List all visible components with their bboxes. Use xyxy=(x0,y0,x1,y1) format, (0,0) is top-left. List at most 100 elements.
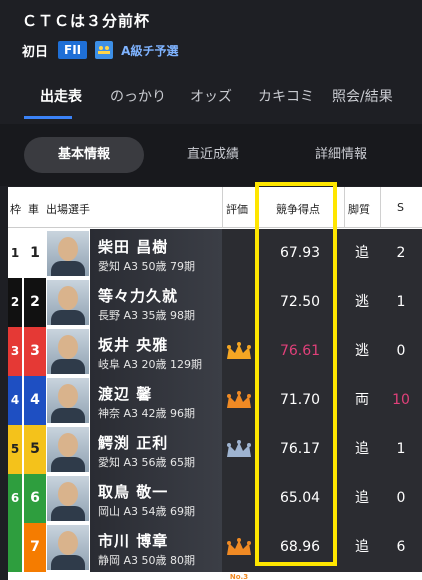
race-day: 初日 xyxy=(22,44,49,60)
score-cell: 72.50 xyxy=(256,278,344,327)
table-row[interactable]: 1 1 柴田 昌樹 愛知 A3 50歳 79期 67.93 追 2 xyxy=(8,229,422,278)
s-cell: 0 xyxy=(380,474,422,523)
table-row[interactable]: 7 市川 博章 静岡 A3 50歳 80期 No.3 68.96 追 6 xyxy=(8,523,422,580)
style-cell: 追 xyxy=(344,523,380,572)
subtab-detail-info[interactable]: 詳細情報 xyxy=(286,137,396,173)
tab-entry-list[interactable]: 出走表 xyxy=(40,86,82,106)
crown-icon: No.3 xyxy=(224,531,254,580)
player-name[interactable]: 坂井 央雅 xyxy=(98,334,168,355)
s-cell: 6 xyxy=(380,523,422,572)
s-cell: 10 xyxy=(380,376,422,425)
style-cell: 逃 xyxy=(344,327,380,376)
player-photo xyxy=(47,329,89,374)
crown-icon: No.2 xyxy=(224,433,254,483)
table-row[interactable]: 55鰐渕 正利愛知 A3 56歳 65期No.276.17追1 xyxy=(8,425,422,483)
table-row[interactable]: 33坂井 央雅岐阜 A3 20歳 129期No.176.61逃0 xyxy=(8,327,422,385)
rating-cell: No.3 xyxy=(222,376,256,434)
header-divider xyxy=(344,187,345,228)
frame-number: 3 xyxy=(8,327,22,376)
car-number: 4 xyxy=(24,376,46,425)
table-header: 枠 車 出場選手 評価 競争得点 脚質 S xyxy=(8,187,422,228)
header-player: 出場選手 xyxy=(46,203,90,216)
header-car: 車 xyxy=(28,203,39,216)
table-row[interactable]: 44渡辺 馨神奈 A3 42歳 96期No.371.70両10 xyxy=(8,376,422,434)
player-cell[interactable]: 坂井 央雅岐阜 A3 20歳 129期 xyxy=(90,327,230,376)
tab-results[interactable]: 照会/結果 xyxy=(332,86,393,106)
tab-kakikomi[interactable]: カキコミ xyxy=(258,86,314,106)
player-info: 静岡 A3 50歳 80期 xyxy=(98,554,196,567)
photo-body xyxy=(51,310,85,325)
table-row[interactable]: 6 6 取鳥 敬一 岡山 A3 54歳 69期 65.04 追 0 xyxy=(8,474,422,523)
style-cell: 追 xyxy=(344,229,380,278)
player-name[interactable]: 柴田 昌樹 xyxy=(98,236,168,257)
rating-label: No.3 xyxy=(229,573,249,580)
score-cell: 68.96 xyxy=(256,523,344,572)
player-cell[interactable]: 柴田 昌樹愛知 A3 50歳 79期 xyxy=(90,229,230,278)
subtab-recent-results[interactable]: 直近成績 xyxy=(158,137,268,173)
photo-body xyxy=(51,555,85,570)
subtab-basic-info[interactable]: 基本情報 xyxy=(24,137,144,173)
photo-body xyxy=(51,261,85,276)
header-frame: 枠 xyxy=(10,203,21,216)
s-cell: 0 xyxy=(380,327,422,376)
score-cell: 65.04 xyxy=(256,474,344,523)
rating-cell: No.1 xyxy=(222,327,256,385)
style-cell: 両 xyxy=(344,376,380,425)
player-photo xyxy=(47,427,89,472)
player-cell[interactable]: 等々力久就長野 A3 35歳 98期 xyxy=(90,278,230,327)
photo-body xyxy=(51,457,85,472)
race-title: ＣＴＣは３分前杯 xyxy=(22,12,151,30)
player-info: 岡山 A3 54歳 69期 xyxy=(98,505,196,518)
photo-head xyxy=(58,482,78,506)
table-row[interactable]: 2 2 等々力久就 長野 A3 35歳 98期 72.50 逃 1 xyxy=(8,278,422,327)
active-tab-indicator xyxy=(24,116,72,119)
photo-head xyxy=(58,531,78,555)
score-cell: 76.61 xyxy=(256,327,344,376)
score-cell: 67.93 xyxy=(256,229,344,278)
photo-head xyxy=(58,237,78,261)
crown-icon: No.1 xyxy=(224,335,254,385)
entry-table: 枠 車 出場選手 評価 競争得点 脚質 S 1 1 柴田 昌樹愛知 A3 50歳 7… xyxy=(8,187,422,580)
player-info: 岐阜 A3 20歳 129期 xyxy=(98,358,203,371)
header-divider xyxy=(222,187,223,228)
score-cell: 71.70 xyxy=(256,376,344,425)
photo-body xyxy=(51,408,85,423)
player-info: 愛知 A3 56歳 65期 xyxy=(98,456,196,469)
car-number: 7 xyxy=(24,523,46,572)
tab-nokkari[interactable]: のっかり xyxy=(110,86,166,106)
rating-cell xyxy=(222,229,256,278)
rating-cell: No.3 xyxy=(222,523,256,580)
header-divider xyxy=(380,187,381,228)
player-info: 神奈 A3 42歳 96期 xyxy=(98,407,196,420)
frame-number: 6 xyxy=(8,474,22,523)
main-tabs: 出走表 のっかり オッズ カキコミ 照会/結果 xyxy=(0,78,422,120)
player-name[interactable]: 市川 博章 xyxy=(98,530,168,551)
player-photo xyxy=(47,280,89,325)
header-style: 脚質 xyxy=(348,203,370,216)
s-cell: 1 xyxy=(380,278,422,327)
rating-cell: No.2 xyxy=(222,425,256,483)
player-photo xyxy=(47,525,89,570)
player-name[interactable]: 鰐渕 正利 xyxy=(98,432,168,453)
player-cell[interactable]: 取鳥 敬一岡山 A3 54歳 69期 xyxy=(90,474,230,523)
photo-head xyxy=(58,286,78,310)
player-name[interactable]: 等々力久就 xyxy=(98,285,178,306)
player-name[interactable]: 取鳥 敬一 xyxy=(98,481,168,502)
car-number: 6 xyxy=(24,474,46,523)
player-info: 長野 A3 35歳 98期 xyxy=(98,309,196,322)
player-cell[interactable]: 渡辺 馨神奈 A3 42歳 96期 xyxy=(90,376,230,425)
car-number: 1 xyxy=(24,229,46,278)
rating-cell xyxy=(222,474,256,523)
race-class-icon xyxy=(95,41,114,59)
header-s: S xyxy=(397,201,404,214)
player-name[interactable]: 渡辺 馨 xyxy=(98,383,152,404)
header-rating: 評価 xyxy=(226,203,248,216)
car-number: 2 xyxy=(24,278,46,327)
photo-body xyxy=(51,506,85,521)
crown-icon: No.3 xyxy=(224,384,254,434)
car-number: 3 xyxy=(24,327,46,376)
player-cell[interactable]: 鰐渕 正利愛知 A3 56歳 65期 xyxy=(90,425,230,474)
tab-odds[interactable]: オッズ xyxy=(190,86,232,106)
player-info: 愛知 A3 50歳 79期 xyxy=(98,260,196,273)
player-cell[interactable]: 市川 博章静岡 A3 50歳 80期 xyxy=(90,523,230,572)
